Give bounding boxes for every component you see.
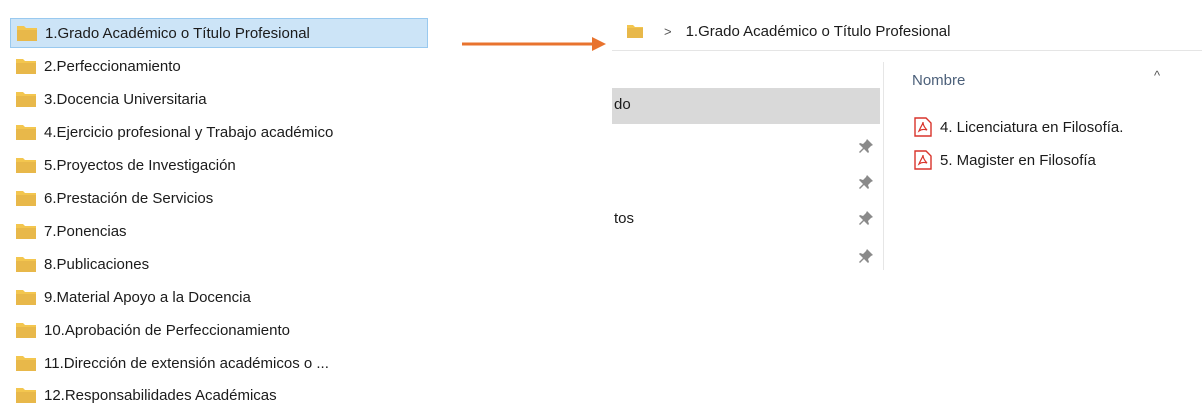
file-label: 5. Magister en Filosofía [940, 151, 1096, 169]
folder-icon [14, 122, 38, 142]
pin-icon[interactable] [858, 174, 874, 190]
folder-icon [627, 25, 643, 38]
folder-item[interactable]: 5.Proyectos de Investigación [10, 150, 428, 180]
pin-icon[interactable] [858, 138, 874, 154]
pdf-icon [914, 150, 932, 170]
folder-label: 6.Prestación de Servicios [44, 189, 214, 207]
folder-item[interactable]: 11.Dirección de extensión académicos o .… [10, 348, 428, 378]
folder-label: 3.Docencia Universitaria [44, 90, 207, 108]
folder-icon [14, 56, 38, 76]
breadcrumb[interactable]: 1.Grado Académico o Título Profesional [686, 23, 951, 40]
nav-item-label: do [614, 96, 631, 113]
folder-label: 7.Ponencias [44, 222, 127, 240]
pin-icon[interactable] [858, 248, 874, 264]
pin-icon[interactable] [858, 210, 874, 226]
folder-label: 8.Publicaciones [44, 255, 150, 273]
folder-item[interactable]: 3.Docencia Universitaria [10, 84, 428, 114]
folder-item[interactable]: 12.Responsabilidades Académicas [10, 380, 428, 410]
folder-list-pane: 1.Grado Académico o Título Profesional 2… [0, 0, 428, 404]
file-item[interactable]: 4. Licenciatura en Filosofía. [914, 114, 1123, 140]
column-header-name[interactable]: Nombre [912, 72, 965, 89]
folder-icon [14, 353, 38, 373]
explorer-window: > 1.Grado Académico o Título Profesional… [612, 0, 1202, 404]
file-list-pane: Nombre ^ 4. Licenciatura en Filosofía. 5… [902, 62, 1202, 262]
folder-item[interactable]: 9.Material Apoyo a la Docencia [10, 282, 428, 312]
folder-label: 12.Responsabilidades Académicas [44, 386, 277, 404]
folder-icon [15, 23, 39, 43]
nav-item-selected[interactable]: do [612, 88, 880, 124]
folder-icon [14, 287, 38, 307]
folder-label: 11.Dirección de extensión académicos o .… [44, 354, 329, 372]
folder-icon [14, 254, 38, 274]
folder-label: 1.Grado Académico o Título Profesional [45, 24, 310, 42]
folder-item[interactable]: 4.Ejercicio profesional y Trabajo académ… [10, 117, 428, 147]
file-item[interactable]: 5. Magister en Filosofía [914, 147, 1096, 173]
navigation-pane: do tos [612, 62, 882, 292]
folder-icon [14, 320, 38, 340]
folder-label: 9.Material Apoyo a la Docencia [44, 288, 251, 306]
folder-item[interactable]: 2.Perfeccionamiento [10, 51, 428, 81]
file-label: 4. Licenciatura en Filosofía. [940, 118, 1124, 136]
nav-item-label[interactable]: tos [614, 210, 634, 227]
pane-splitter[interactable] [883, 62, 884, 270]
folder-item[interactable]: 10.Aprobación de Perfeccionamiento [10, 315, 428, 345]
folder-item[interactable]: 8.Publicaciones [10, 249, 428, 279]
folder-item[interactable]: 7.Ponencias [10, 216, 428, 246]
folder-icon [14, 221, 38, 241]
folder-label: 10.Aprobación de Perfeccionamiento [44, 321, 290, 339]
arrow-right-icon [462, 37, 606, 51]
folder-icon [14, 385, 38, 405]
folder-icon [14, 155, 38, 175]
sort-ascending-icon[interactable]: ^ [1154, 68, 1160, 83]
breadcrumb-separator-icon[interactable]: > [664, 24, 672, 39]
pdf-icon [914, 117, 932, 137]
folder-item[interactable]: 6.Prestación de Servicios [10, 183, 428, 213]
folder-icon [14, 188, 38, 208]
folder-label: 4.Ejercicio profesional y Trabajo académ… [44, 123, 334, 141]
folder-item[interactable]: 1.Grado Académico o Título Profesional [10, 18, 428, 48]
folder-icon [14, 89, 38, 109]
address-bar[interactable]: > 1.Grado Académico o Título Profesional [612, 12, 1202, 51]
folder-label: 2.Perfeccionamiento [44, 57, 181, 75]
folder-label: 5.Proyectos de Investigación [44, 156, 236, 174]
